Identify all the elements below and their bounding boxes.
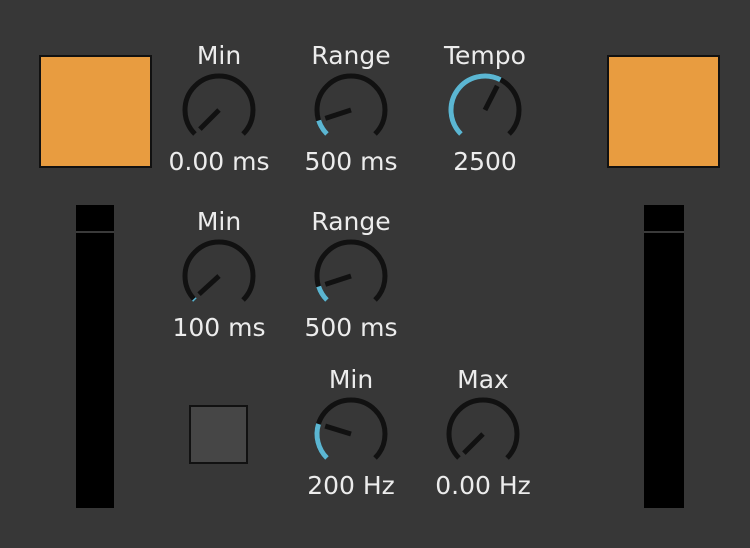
row1-min-knob[interactable]: Min 0.00 ms <box>159 42 279 188</box>
row2-range-knob[interactable]: Range 500 ms <box>291 208 411 354</box>
knob-dial[interactable] <box>443 394 523 474</box>
row3-min-knob[interactable]: Min 200 Hz <box>291 366 411 512</box>
knob-label: Min <box>196 207 242 236</box>
row3-max-knob[interactable]: Max 0.00 Hz <box>423 366 543 512</box>
knob-pointer <box>197 274 221 297</box>
left-level-meter <box>76 205 114 508</box>
knob-label: Max <box>457 365 509 394</box>
knob-value-arc <box>316 285 329 302</box>
knob-dial[interactable] <box>179 70 259 150</box>
knob-value-arc <box>192 297 197 302</box>
knob-ring <box>314 239 388 302</box>
knob-value: 100 ms <box>172 313 266 342</box>
knob-value-arc <box>316 119 329 136</box>
knob-pointer <box>324 423 352 437</box>
knob-label: Min <box>196 41 242 70</box>
knob-value: 0.00 Hz <box>435 471 531 500</box>
right-color-button[interactable] <box>607 55 720 168</box>
knob-value: 200 Hz <box>307 471 395 500</box>
knob-ring <box>446 397 520 460</box>
knob-pointer <box>324 107 352 121</box>
knob-dial[interactable] <box>445 70 525 150</box>
knob-ring <box>182 73 256 136</box>
gray-toggle-button[interactable] <box>189 405 248 464</box>
knob-dial[interactable] <box>311 236 391 316</box>
knob-dial[interactable] <box>311 70 391 150</box>
knob-value: 2500 <box>453 147 517 176</box>
row1-range-knob[interactable]: Range 500 ms <box>291 42 411 188</box>
knob-pointer <box>462 432 485 455</box>
knob-pointer <box>324 273 352 287</box>
knob-ring <box>314 73 388 136</box>
knob-value: 500 ms <box>304 147 398 176</box>
knob-value-arc <box>314 423 329 460</box>
knob-dial[interactable] <box>311 394 391 474</box>
knob-label: Range <box>311 207 391 236</box>
left-meter-peak-line <box>76 231 114 233</box>
right-level-meter <box>644 205 684 508</box>
row1-tempo-knob[interactable]: Tempo 2500 <box>425 42 545 188</box>
knob-label: Tempo <box>444 41 526 70</box>
knob-label: Range <box>311 41 391 70</box>
right-meter-peak-line <box>644 231 684 233</box>
knob-value: 0.00 ms <box>168 147 270 176</box>
knob-dial[interactable] <box>179 236 259 316</box>
left-color-button[interactable] <box>39 55 152 168</box>
knob-value-arc <box>448 73 502 136</box>
knob-label: Min <box>328 365 374 394</box>
knob-pointer <box>198 108 221 131</box>
row2-min-knob[interactable]: Min 100 ms <box>159 208 279 354</box>
knob-pointer <box>482 84 500 112</box>
knob-ring <box>182 239 256 302</box>
knob-value: 500 ms <box>304 313 398 342</box>
